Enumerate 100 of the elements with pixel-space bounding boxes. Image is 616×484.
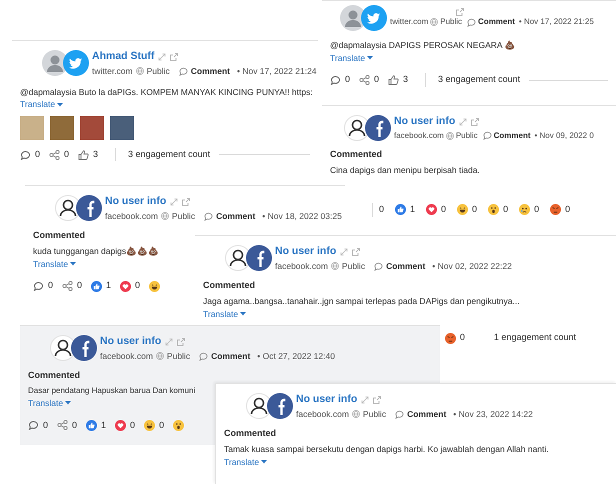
count: 0 <box>374 73 380 86</box>
post-text: Tamak kuasa sampai bersekutu dengan dapigs harbi. Ko jawablah dengan Allah nanti. <box>224 443 549 456</box>
laughing-face-icon <box>149 280 160 292</box>
user-name-link[interactable]: No user info <box>100 334 162 350</box>
speech-bubble-icon <box>482 131 492 140</box>
speech-bubble-icon <box>467 18 476 26</box>
logo-icon <box>246 245 272 272</box>
engagement-count: 1 engagement count <box>494 331 576 344</box>
thumbs-up-icon <box>388 75 400 85</box>
speech-bubble-icon <box>395 410 404 419</box>
translate-link[interactable]: Translate <box>28 397 72 410</box>
share-icon <box>57 420 68 430</box>
visibility-label: Public <box>146 64 170 78</box>
expand-icon <box>158 52 166 61</box>
source-domain: facebook.com <box>296 408 349 420</box>
laughing-face-icon <box>144 420 156 431</box>
count: 0 <box>159 418 164 432</box>
caret-icon <box>57 102 64 107</box>
source-domain: facebook.com <box>394 130 444 142</box>
logo-icon <box>267 393 293 420</box>
count: 0 <box>43 418 48 432</box>
translate-link[interactable]: Translate <box>203 308 246 320</box>
post-text: @dapmalaysia Buto la daPIGs. KOMPEM MANYAK KINCING PUNYA!! https: <box>20 86 313 98</box>
user-name-link[interactable]: No user info <box>275 244 336 260</box>
external-link-icon <box>352 248 360 256</box>
speech-bubble-icon <box>374 262 384 271</box>
external-link-icon <box>177 338 186 346</box>
count: 0 <box>77 279 82 292</box>
angry-face-icon <box>550 204 562 216</box>
post-date: • Nov 17, 2022 21:25 <box>518 16 594 28</box>
visibility-label: Public <box>166 350 190 362</box>
post-date: • Nov 09, 2022 0 <box>534 130 594 142</box>
globe-icon <box>136 67 144 76</box>
engagement-count: 3 engagement count <box>425 73 520 87</box>
count: 0 <box>35 148 40 161</box>
count: 0 <box>135 279 140 292</box>
visibility-label: Public <box>342 260 366 272</box>
post-text: Dasar pendatang Hapuskan barua Dan komuni <box>28 385 196 397</box>
surprised-face-icon <box>488 204 500 216</box>
globe-icon <box>156 352 164 360</box>
translate-link[interactable]: Translate <box>330 52 374 64</box>
speech-bubble-icon <box>199 352 208 361</box>
source-domain: twitter.com <box>390 16 428 28</box>
count: 0 <box>503 203 508 216</box>
caret-icon <box>367 56 374 60</box>
count: 0 <box>379 203 384 216</box>
post-date: • Oct 27, 2022 12:40 <box>257 350 335 362</box>
post-type-label: Comment <box>494 130 530 142</box>
like-icon <box>395 204 406 216</box>
laughing-face-icon <box>457 204 468 216</box>
count: 0 <box>64 148 70 161</box>
translate-link[interactable]: Translate <box>224 456 268 468</box>
count: 0 <box>441 203 446 216</box>
user-name-link[interactable]: No user info <box>105 194 166 210</box>
count: 0 <box>72 418 78 432</box>
count: 0 <box>565 203 570 216</box>
speech-bubble-icon <box>33 281 44 291</box>
count: 3 <box>93 148 98 161</box>
visibility-label: Public <box>456 130 478 142</box>
visibility-label: Public <box>440 16 462 28</box>
expand-icon <box>340 248 348 256</box>
count: 0 <box>130 418 136 432</box>
user-name-link[interactable]: No user info <box>394 114 456 130</box>
expand-icon <box>165 338 174 346</box>
photo-placeholder <box>80 116 104 140</box>
share-icon <box>49 150 60 160</box>
post-type-label: Comment <box>190 64 230 78</box>
speech-bubble-icon <box>330 75 341 85</box>
post-type-label: Comment <box>478 16 515 28</box>
post-date: • Nov 02, 2022 22:22 <box>432 260 512 272</box>
commented-label: Commented <box>33 228 86 242</box>
commented-label: Commented <box>330 148 384 161</box>
photo-placeholder <box>20 116 44 140</box>
surprised-face-icon <box>173 420 184 431</box>
caret-icon <box>70 262 76 266</box>
translate-link[interactable]: Translate <box>20 98 64 111</box>
like-icon <box>91 280 102 292</box>
user-name-link[interactable]: Ahmad Stuff <box>92 49 154 65</box>
expand-icon <box>459 118 468 126</box>
like-icon <box>86 420 98 431</box>
speech-bubble-icon <box>204 212 214 221</box>
bird-logo-icon <box>361 5 387 31</box>
globe-icon <box>446 132 454 140</box>
logo-icon <box>76 195 102 222</box>
source-domain: facebook.com <box>105 210 158 222</box>
commented-label: Commented <box>203 278 256 292</box>
globe-icon <box>160 212 169 220</box>
post-date: • Nov 17, 2022 21:24 <box>236 64 317 78</box>
engagement-count: 3 engagement count <box>115 148 210 162</box>
count: 0 <box>472 203 478 216</box>
count: 0 <box>48 279 54 292</box>
source-domain: twitter.com <box>92 64 133 78</box>
commented-label: Commented <box>28 368 82 382</box>
post-text: kuda tunggangan dapigs💩💩💩 <box>33 245 160 258</box>
translate-link[interactable]: Translate <box>33 258 76 270</box>
user-name-link[interactable]: No user info <box>296 392 358 408</box>
post-text: Cina dapigs dan menipu berpisah tiada. <box>330 164 480 177</box>
speech-bubble-icon <box>20 150 31 160</box>
caret-icon <box>65 401 72 406</box>
post-date: • Nov 18, 2022 03:25 <box>262 210 342 222</box>
